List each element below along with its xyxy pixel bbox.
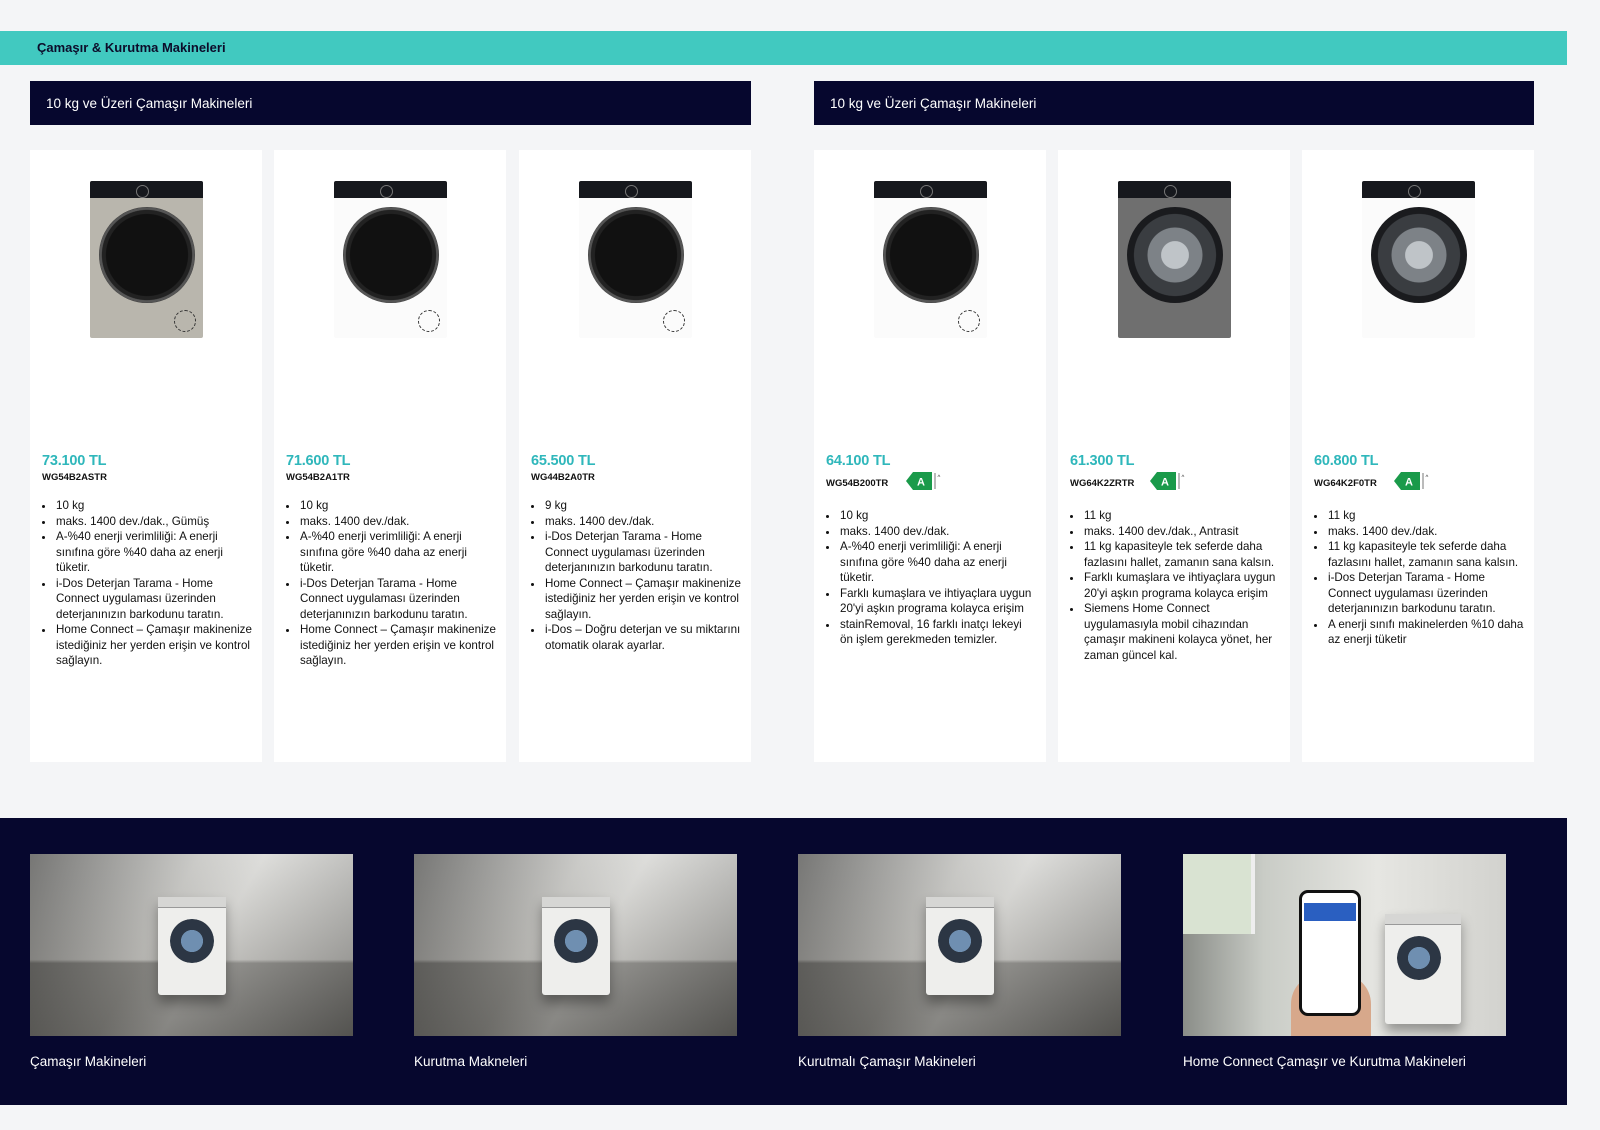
feature-item: A-%40 enerji verimliliği: A enerji sınıf… [55,529,252,576]
feature-item: A-%40 enerji verimliliği: A enerji sınıf… [839,539,1036,586]
feature-item: stainRemoval, 16 farklı inatçı lekeyi ön… [839,617,1036,648]
energy-label-icon[interactable]: A ^ [1394,471,1430,491]
product-image[interactable] [1362,181,1475,338]
feature-item: i-Dos Deterjan Tarama - Home Connect uyg… [299,576,496,623]
feature-list: 9 kg maks. 1400 dev./dak. i-Dos Deterjan… [543,498,741,653]
category-photo[interactable] [1183,854,1506,1036]
feature-item: 9 kg [544,498,741,514]
feature-item: i-Dos Deterjan Tarama - Home Connect uyg… [1327,570,1524,617]
product-price: 73.100 TL [42,453,107,469]
product-image[interactable] [1118,181,1231,338]
product-price: 65.500 TL [531,453,596,469]
product-card[interactable]: 73.100 TL WG54B2ASTR 10 kg maks. 1400 de… [30,150,262,762]
feature-list: 10 kg maks. 1400 dev./dak., Gümüş A-%40 … [54,498,252,669]
category-label[interactable]: Çamaşır Makineleri [30,1054,353,1069]
svg-text:A: A [1405,477,1413,489]
feature-item: A enerji sınıfı makinelerden %10 daha az… [1327,617,1524,648]
product-card[interactable]: 64.100 TL WG54B200TR A^ 10 kg maks. 1400… [814,150,1046,762]
product-model: WG54B200TR [826,478,889,489]
svg-text:^: ^ [1182,475,1185,481]
category-tile-washer-dryers[interactable]: Kurutmalı Çamaşır Makineleri [798,854,1121,1069]
feature-item: 11 kg [1083,508,1280,524]
category-photo[interactable] [30,854,353,1036]
feature-item: Home Connect – Çamaşır makinenize istedi… [544,576,741,623]
feature-item: maks. 1400 dev./dak. [544,514,741,530]
feature-item: maks. 1400 dev./dak., Gümüş [55,514,252,530]
category-label[interactable]: Kurutmalı Çamaşır Makineleri [798,1054,1121,1069]
product-model: WG64K2ZRTR [1070,478,1135,489]
feature-list: 10 kg maks. 1400 dev./dak. A-%40 enerji … [298,498,496,669]
product-image[interactable] [90,181,203,338]
feature-item: 11 kg kapasiteyle tek seferde daha fazla… [1083,539,1280,570]
feature-item: Home Connect – Çamaşır makinenize istedi… [55,622,252,669]
product-image[interactable] [334,181,447,338]
product-image[interactable] [874,181,987,338]
feature-item: A-%40 enerji verimliliği: A enerji sınıf… [299,529,496,576]
product-model: WG54B2ASTR [42,472,107,483]
category-label[interactable]: Home Connect Çamaşır ve Kurutma Makinele… [1183,1054,1506,1069]
feature-item: Farklı kumaşlara ve ihtiyaçlara uygun 20… [1083,570,1280,601]
product-card[interactable]: 60.800 TL WG64K2F0TR A^ 11 kg maks. 1400… [1302,150,1534,762]
category-tiles-band: Çamaşır Makineleri Kurutma Makneleri Kur… [0,818,1567,1105]
product-model: WG64K2F0TR [1314,478,1377,489]
category-tile-home-connect[interactable]: Home Connect Çamaşır ve Kurutma Makinele… [1183,854,1506,1069]
svg-text:A: A [917,477,925,489]
product-price: 60.800 TL [1314,453,1379,469]
product-price: 71.600 TL [286,453,351,469]
category-banner: Çamaşır & Kurutma Makineleri [0,31,1567,65]
category-tile-washers[interactable]: Çamaşır Makineleri [30,854,353,1069]
product-image[interactable] [579,181,692,338]
section-title: 10 kg ve Üzeri Çamaşır Makineleri [830,96,1037,111]
product-model: WG44B2A0TR [531,472,595,483]
energy-label-icon[interactable]: A ^ [1150,471,1186,491]
svg-text:^: ^ [938,475,941,481]
feature-item: maks. 1400 dev./dak. [299,514,496,530]
feature-item: 10 kg [55,498,252,514]
feature-item: i-Dos – Doğru deterjan ve su miktarını o… [544,622,741,653]
feature-item: maks. 1400 dev./dak. [839,524,1036,540]
section-header-right: 10 kg ve Üzeri Çamaşır Makineleri [814,81,1534,125]
section-header-left: 10 kg ve Üzeri Çamaşır Makineleri [30,81,751,125]
category-label[interactable]: Kurutma Makneleri [414,1054,737,1069]
feature-item: maks. 1400 dev./dak. [1327,524,1524,540]
section-title: 10 kg ve Üzeri Çamaşır Makineleri [46,96,253,111]
feature-list: 11 kg maks. 1400 dev./dak., Antrasit 11 … [1082,508,1280,663]
feature-list: 11 kg maks. 1400 dev./dak. 11 kg kapasit… [1326,508,1524,648]
product-card[interactable]: 71.600 TL WG54B2A1TR 10 kg maks. 1400 de… [274,150,506,762]
feature-item: 10 kg [839,508,1036,524]
product-card[interactable]: 61.300 TL WG64K2ZRTR A^ 11 kg maks. 1400… [1058,150,1290,762]
product-model: WG54B2A1TR [286,472,350,483]
svg-text:^: ^ [1426,475,1429,481]
feature-item: Siemens Home Connect uygulamasıyla mobil… [1083,601,1280,663]
product-price: 64.100 TL [826,453,891,469]
energy-label-icon[interactable]: A ^ [906,471,942,491]
feature-item: i-Dos Deterjan Tarama - Home Connect uyg… [544,529,741,576]
product-price: 61.300 TL [1070,453,1135,469]
category-photo[interactable] [798,854,1121,1036]
feature-item: 11 kg kapasiteyle tek seferde daha fazla… [1327,539,1524,570]
feature-item: 10 kg [299,498,496,514]
page-title: Çamaşır & Kurutma Makineleri [37,40,226,55]
feature-item: 11 kg [1327,508,1524,524]
category-tile-dryers[interactable]: Kurutma Makneleri [414,854,737,1069]
feature-item: Farklı kumaşlara ve ihtiyaçlara uygun 20… [839,586,1036,617]
svg-text:A: A [1161,477,1169,489]
feature-item: maks. 1400 dev./dak., Antrasit [1083,524,1280,540]
category-photo[interactable] [414,854,737,1036]
product-card[interactable]: 65.500 TL WG44B2A0TR 9 kg maks. 1400 dev… [519,150,751,762]
feature-item: i-Dos Deterjan Tarama - Home Connect uyg… [55,576,252,623]
feature-item: Home Connect – Çamaşır makinenize istedi… [299,622,496,669]
feature-list: 10 kg maks. 1400 dev./dak. A-%40 enerji … [838,508,1036,648]
